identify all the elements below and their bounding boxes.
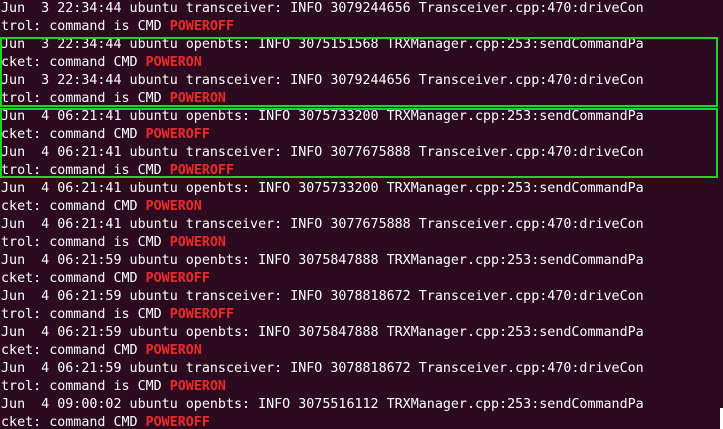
log-keyword: POWEROFF bbox=[145, 415, 210, 429]
log-keyword: POWEROFF bbox=[145, 127, 210, 142]
log-text: trol: command is CMD bbox=[1, 235, 170, 250]
log-text: Jun 4 06:21:41 ubuntu transceiver: INFO … bbox=[1, 145, 644, 160]
log-text: cket: command CMD bbox=[1, 199, 146, 214]
log-keyword: POWERON bbox=[169, 235, 226, 250]
log-text: trol: command is CMD bbox=[1, 379, 170, 394]
log-line: trol: command is CMD POWERON bbox=[1, 234, 723, 252]
log-line: trol: command is CMD POWEROFF bbox=[1, 18, 723, 36]
log-line: Jun 4 06:21:59 ubuntu transceiver: INFO … bbox=[1, 360, 723, 378]
log-text: Jun 4 06:21:59 ubuntu transceiver: INFO … bbox=[1, 289, 644, 304]
log-keyword: POWERON bbox=[145, 343, 202, 358]
log-line: Jun 3 22:34:44 ubuntu openbts: INFO 3075… bbox=[1, 36, 723, 54]
log-text: Jun 3 22:34:44 ubuntu openbts: INFO 3075… bbox=[1, 37, 644, 52]
log-line: Jun 4 06:21:59 ubuntu openbts: INFO 3075… bbox=[1, 324, 723, 342]
log-line: Jun 4 06:21:59 ubuntu transceiver: INFO … bbox=[1, 288, 723, 306]
log-keyword: POWEROFF bbox=[169, 19, 234, 34]
log-text: Jun 3 22:34:44 ubuntu transceiver: INFO … bbox=[1, 73, 644, 88]
log-text: trol: command is CMD bbox=[1, 163, 170, 178]
log-text: cket: command CMD bbox=[1, 127, 146, 142]
log-line: Jun 4 06:21:59 ubuntu openbts: INFO 3075… bbox=[1, 252, 723, 270]
log-line: trol: command is CMD POWEROFF bbox=[1, 162, 723, 180]
log-text: Jun 4 06:21:41 ubuntu openbts: INFO 3075… bbox=[1, 109, 644, 124]
log-line: cket: command CMD POWERON bbox=[1, 198, 723, 216]
log-line: cket: command CMD POWERON bbox=[1, 342, 723, 360]
log-line: Jun 3 22:34:44 ubuntu transceiver: INFO … bbox=[1, 72, 723, 90]
log-line: cket: command CMD POWEROFF bbox=[1, 126, 723, 144]
log-keyword: POWEROFF bbox=[145, 271, 210, 286]
log-line: trol: command is CMD POWEROFF bbox=[1, 306, 723, 324]
log-text: Jun 4 09:00:02 ubuntu openbts: INFO 3075… bbox=[1, 397, 644, 412]
log-text: Jun 3 22:34:44 ubuntu transceiver: INFO … bbox=[1, 1, 644, 16]
log-keyword: POWERON bbox=[169, 91, 226, 106]
log-text: cket: command CMD bbox=[1, 415, 146, 429]
log-keyword: POWEROFF bbox=[169, 163, 234, 178]
log-keyword: POWERON bbox=[169, 379, 226, 394]
log-text: Jun 4 06:21:59 ubuntu openbts: INFO 3075… bbox=[1, 325, 644, 340]
log-text: trol: command is CMD bbox=[1, 307, 170, 322]
log-keyword: POWERON bbox=[145, 199, 202, 214]
log-line: trol: command is CMD POWERON bbox=[1, 90, 723, 108]
log-text: cket: command CMD bbox=[1, 55, 146, 70]
log-line: Jun 4 06:21:41 ubuntu transceiver: INFO … bbox=[1, 216, 723, 234]
log-line: Jun 3 22:34:44 ubuntu transceiver: INFO … bbox=[1, 0, 723, 18]
log-text: Jun 4 06:21:41 ubuntu openbts: INFO 3075… bbox=[1, 181, 644, 196]
log-line: cket: command CMD POWERON bbox=[1, 54, 723, 72]
terminal-window[interactable]: Jun 3 22:34:44 ubuntu transceiver: INFO … bbox=[0, 0, 723, 429]
log-text: Jun 4 06:21:59 ubuntu transceiver: INFO … bbox=[1, 361, 644, 376]
log-line: Jun 4 06:21:41 ubuntu transceiver: INFO … bbox=[1, 144, 723, 162]
log-text: trol: command is CMD bbox=[1, 91, 170, 106]
log-text: cket: command CMD bbox=[1, 343, 146, 358]
log-keyword: POWEROFF bbox=[169, 307, 234, 322]
log-line: cket: command CMD POWEROFF bbox=[1, 270, 723, 288]
log-text: cket: command CMD bbox=[1, 271, 146, 286]
log-line: cket: command CMD POWEROFF bbox=[1, 414, 723, 429]
log-keyword: POWERON bbox=[145, 55, 202, 70]
log-text: Jun 4 06:21:59 ubuntu openbts: INFO 3075… bbox=[1, 253, 644, 268]
log-line: trol: command is CMD POWERON bbox=[1, 378, 723, 396]
log-line: Jun 4 06:21:41 ubuntu openbts: INFO 3075… bbox=[1, 180, 723, 198]
log-line: Jun 4 09:00:02 ubuntu openbts: INFO 3075… bbox=[1, 396, 723, 414]
log-text: trol: command is CMD bbox=[1, 19, 170, 34]
log-line: Jun 4 06:21:41 ubuntu openbts: INFO 3075… bbox=[1, 108, 723, 126]
log-text: Jun 4 06:21:41 ubuntu transceiver: INFO … bbox=[1, 217, 644, 232]
